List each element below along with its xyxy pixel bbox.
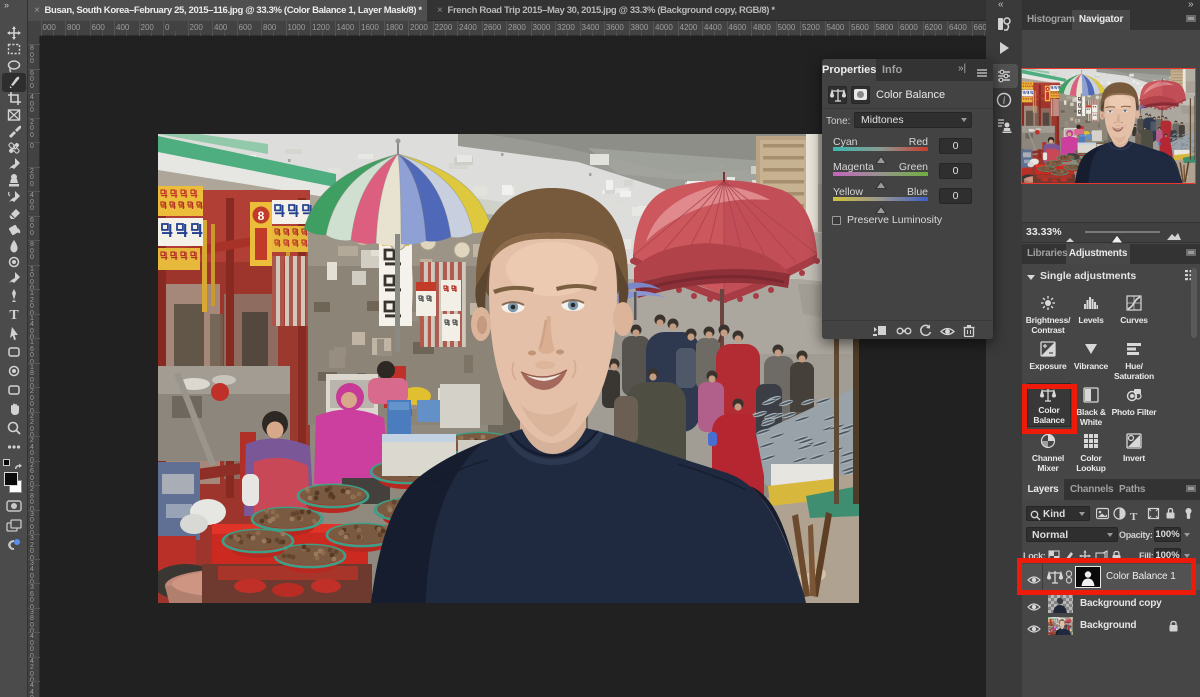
svg-text:T: T (9, 308, 19, 321)
svg-text:i: i (1003, 96, 1006, 107)
svg-text:8: 8 (258, 209, 265, 223)
